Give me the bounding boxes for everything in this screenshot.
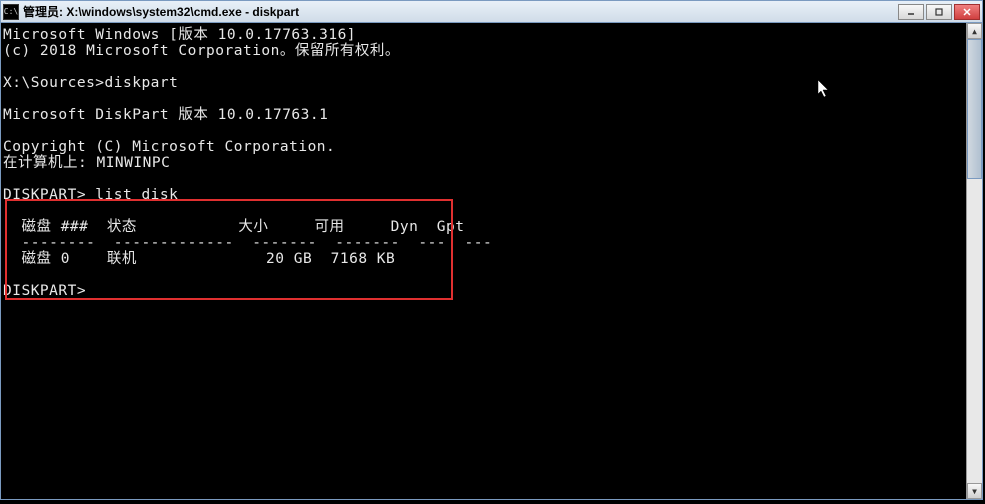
minimize-icon: [906, 7, 916, 17]
maximize-button[interactable]: [926, 4, 952, 20]
output-line: 在计算机上: MINWINPC: [3, 155, 170, 171]
titlebar[interactable]: C:\ 管理员: X:\windows\system32\cmd.exe - d…: [1, 1, 982, 23]
maximize-icon: [934, 7, 944, 17]
window-controls: [898, 4, 980, 20]
output-line: (c) 2018 Microsoft Corporation。保留所有权利。: [3, 43, 400, 59]
table-divider: -------- ------------- ------- ------- -…: [3, 235, 492, 251]
scrollbar-thumb[interactable]: [967, 39, 982, 179]
terminal-area: Microsoft Windows [版本 10.0.17763.316] (c…: [1, 23, 982, 499]
output-line: Microsoft DiskPart 版本 10.0.17763.1: [3, 107, 328, 123]
table-header: 磁盘 ### 状态 大小 可用 Dyn Gpt: [3, 219, 465, 235]
scrollbar-track[interactable]: [967, 39, 982, 483]
close-button[interactable]: [954, 4, 980, 20]
output-line: Microsoft Windows [版本 10.0.17763.316]: [3, 27, 356, 43]
table-row: 磁盘 0 联机 20 GB 7168 KB: [3, 251, 395, 267]
window-title: 管理员: X:\windows\system32\cmd.exe - diskp…: [23, 3, 898, 20]
close-icon: [962, 7, 972, 17]
output-line: Copyright (C) Microsoft Corporation.: [3, 139, 335, 155]
prompt-line: DISKPART> list disk: [3, 187, 178, 203]
terminal-content[interactable]: Microsoft Windows [版本 10.0.17763.316] (c…: [1, 23, 966, 499]
prompt-line: DISKPART>: [3, 283, 86, 299]
scroll-down-button[interactable]: ▼: [967, 483, 982, 499]
minimize-button[interactable]: [898, 4, 924, 20]
app-icon: C:\: [3, 4, 19, 20]
scroll-up-button[interactable]: ▲: [967, 23, 982, 39]
vertical-scrollbar[interactable]: ▲ ▼: [966, 23, 982, 499]
prompt-line: X:\Sources>diskpart: [3, 75, 178, 91]
command-prompt-window: C:\ 管理员: X:\windows\system32\cmd.exe - d…: [0, 0, 983, 500]
